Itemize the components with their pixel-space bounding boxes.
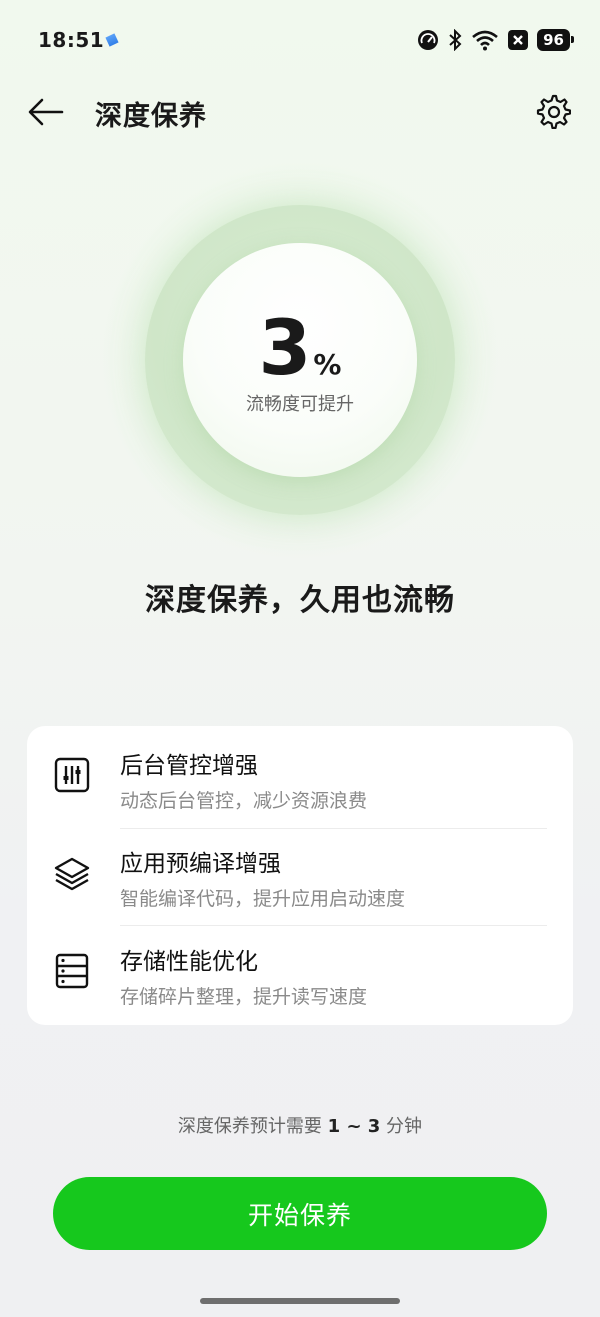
estimate-text: 深度保养预计需要 1 ~ 3 分钟 [0,1112,600,1138]
slogan: 深度保养，久用也流畅 [145,583,455,618]
feature-desc: 存储碎片整理，提升读写速度 [120,986,368,1008]
feature-desc: 动态后台管控，减少资源浪费 [120,790,368,812]
storage-icon [55,953,89,989]
status-time: 18:51 [38,28,105,52]
gauge-caption: 流畅度可提升 [246,394,354,415]
feature-title: 应用预编译增强 [120,851,281,877]
home-indicator[interactable] [200,1298,400,1304]
battery-icon: 96 [537,29,574,51]
feature-item-precompile: 应用预编译增强 智能编译代码，提升应用启动速度 [27,824,573,921]
gauge-value: 3% [0,310,600,386]
feature-item-background-control: 后台管控增强 动态后台管控，减少资源浪费 [27,726,573,823]
status-bar: 18:51 96 [0,0,600,82]
estimate-prefix: 深度保养预计需要 [177,1116,328,1137]
estimate-suffix: 分钟 [380,1116,423,1137]
sliders-icon [54,757,90,793]
status-icons: 96 [417,27,574,53]
header: 深度保养 [0,80,600,142]
gauge-unit: % [313,348,342,381]
layers-icon [54,857,90,891]
settings-button[interactable] [532,90,574,132]
gear-icon [536,94,571,129]
bluetooth-icon [449,29,462,51]
app-notification-icon [105,33,119,47]
x-app-icon [508,30,529,50]
estimate-range: 1 ~ 3 [327,1116,381,1137]
feature-item-storage: 存储性能优化 存储碎片整理，提升读写速度 [27,922,573,1019]
start-maintenance-button[interactable]: 开始保养 [53,1177,547,1250]
gauge-number: 3 [258,303,312,392]
feature-desc: 智能编译代码，提升应用启动速度 [120,888,406,910]
back-button[interactable] [26,92,66,132]
page-title: 深度保养 [95,101,207,132]
feature-title: 后台管控增强 [120,753,258,779]
wifi-icon [472,30,498,51]
feature-title: 存储性能优化 [120,949,258,975]
feature-card: 后台管控增强 动态后台管控，减少资源浪费 应用预编译增强 智能编译代码，提升应用… [27,726,573,1025]
speedometer-icon [418,30,439,50]
arrow-left-icon [28,98,64,126]
